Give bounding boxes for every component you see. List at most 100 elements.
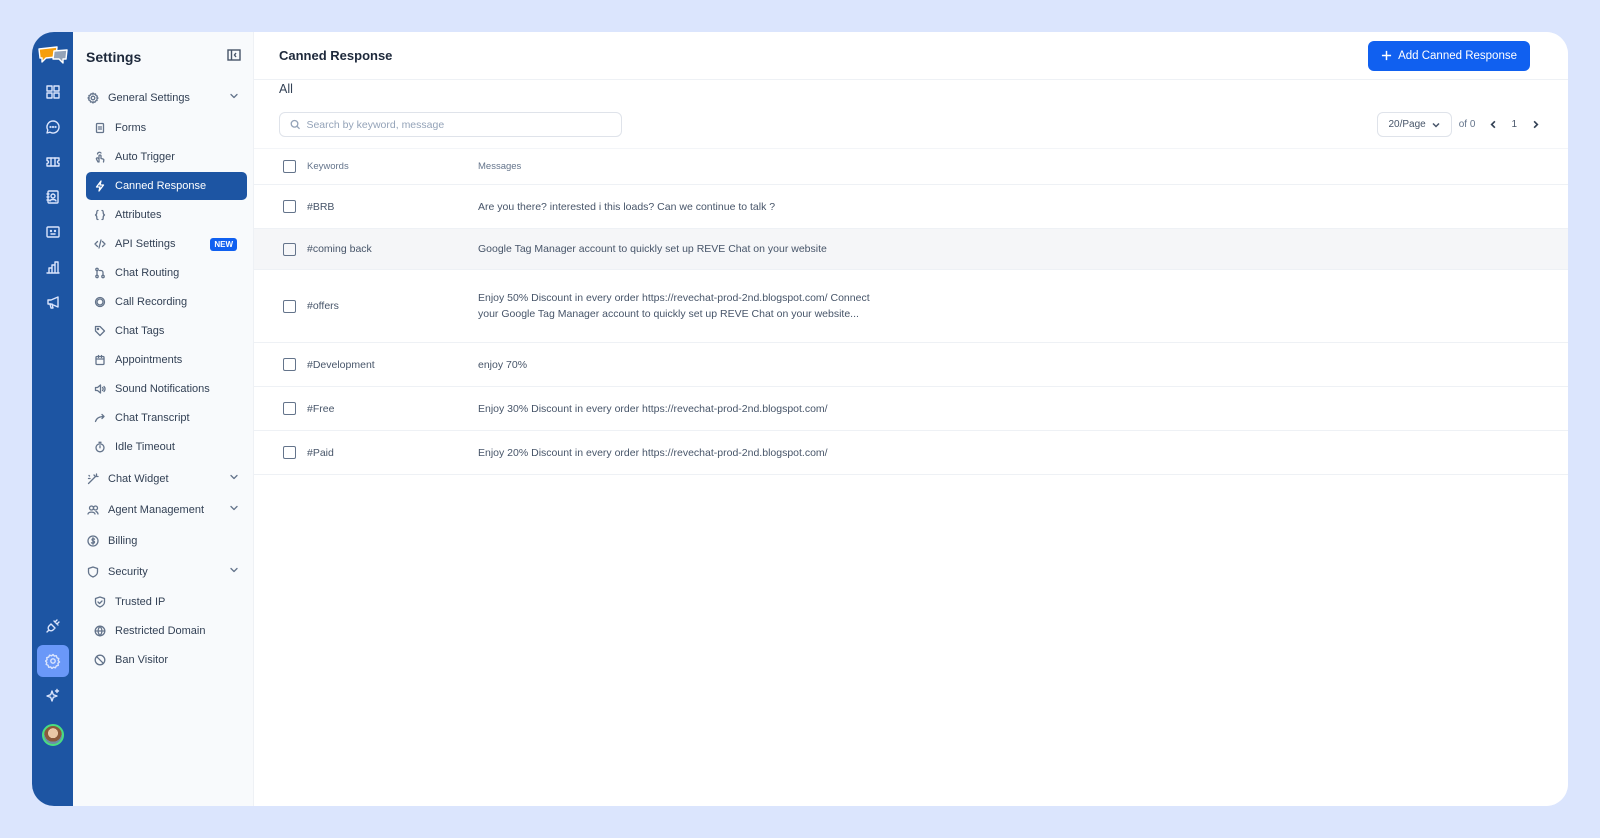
search-field[interactable] — [279, 112, 622, 137]
pagination: 20/Page of 0 1 — [1377, 112, 1543, 137]
page-size-select[interactable]: 20/Page — [1377, 112, 1452, 137]
row-checkbox[interactable] — [283, 358, 296, 371]
sidebar-group-agent-management[interactable]: Agent Management — [80, 494, 247, 525]
chevron-down-icon — [229, 565, 239, 578]
table-row[interactable]: #coming back Google Tag Manager account … — [254, 229, 1568, 270]
keyword-cell: #Paid — [307, 446, 334, 459]
sidebar-group-security[interactable]: Security — [80, 556, 247, 587]
magic-wand-icon — [86, 472, 100, 486]
sidebar-title: Settings — [86, 49, 142, 65]
contacts-icon[interactable] — [37, 181, 69, 213]
sidebar-group-label: Security — [108, 565, 148, 578]
sidebar-item-ban-visitor[interactable]: Ban Visitor — [86, 646, 247, 674]
routing-icon — [93, 266, 107, 280]
sidebar-item-appointments[interactable]: Appointments — [86, 346, 247, 374]
ticket-icon[interactable] — [37, 146, 69, 178]
canned-response-table: Keywords Messages #BRB Are you there? in… — [254, 148, 1568, 475]
sidebar-item-label: API Settings — [115, 238, 176, 250]
pointer-icon — [93, 150, 107, 164]
current-page[interactable]: 1 — [1511, 119, 1517, 130]
chevron-left-icon — [1490, 120, 1496, 129]
sidebar-item-attributes[interactable]: Attributes — [86, 201, 247, 229]
page-title: Canned Response — [279, 48, 393, 63]
braces-icon — [93, 208, 107, 222]
keyword-cell: #offers — [307, 300, 339, 312]
main-content: Canned Response Add Canned Response All … — [254, 32, 1568, 806]
sidebar-item-label: Trusted IP — [115, 596, 166, 608]
table-row[interactable]: #offers Enjoy 50% Discount in every orde… — [254, 270, 1568, 343]
keyword-cell: #Free — [307, 402, 335, 415]
sidebar-item-label: Chat Transcript — [115, 412, 190, 424]
row-checkbox[interactable] — [283, 402, 296, 415]
add-button-label: Add Canned Response — [1398, 49, 1517, 62]
column-header-keywords[interactable]: Keywords — [307, 161, 478, 172]
sidebar-item-chat-tags[interactable]: Chat Tags — [86, 317, 247, 345]
sidebar-item-idle-timeout[interactable]: Idle Timeout — [86, 433, 247, 461]
search-input[interactable] — [306, 118, 611, 131]
sidebar-item-sound-notifications[interactable]: Sound Notifications — [86, 375, 247, 403]
message-cell: Enjoy 50% Discount in every order https:… — [478, 292, 870, 320]
keyword-cell: #BRB — [307, 200, 335, 213]
sidebar-item-api-settings[interactable]: API Settings NEW — [86, 230, 247, 258]
sidebar-group-general-settings[interactable]: General Settings — [80, 82, 247, 113]
table-row[interactable]: #Free Enjoy 30% Discount in every order … — [254, 387, 1568, 431]
campaign-icon[interactable] — [37, 286, 69, 318]
sidebar-item-label: Ban Visitor — [115, 654, 168, 666]
integrations-icon[interactable] — [37, 610, 69, 642]
sidebar-item-label: Restricted Domain — [115, 625, 206, 637]
next-page-button[interactable] — [1527, 117, 1543, 133]
table-row[interactable]: #BRB Are you there? interested i this lo… — [254, 185, 1568, 229]
ai-sparkle-icon[interactable] — [37, 680, 69, 712]
sidebar-group-chat-widget[interactable]: Chat Widget — [80, 463, 247, 494]
add-canned-response-button[interactable]: Add Canned Response — [1368, 40, 1530, 71]
total-pages-label: of 0 — [1458, 119, 1476, 130]
sidebar-item-chat-transcript[interactable]: Chat Transcript — [86, 404, 247, 432]
message-cell: Enjoy 20% Discount in every order https:… — [478, 446, 828, 459]
new-badge: NEW — [210, 237, 237, 251]
app-window: Settings General Settings Forms Auto Tri… — [32, 32, 1568, 806]
sidebar-group-billing[interactable]: Billing — [80, 525, 247, 556]
row-checkbox[interactable] — [283, 242, 296, 256]
bot-icon[interactable] — [37, 216, 69, 248]
table-row[interactable]: #Development enjoy 70% — [254, 343, 1568, 387]
settings-icon[interactable] — [36, 645, 69, 677]
share-arrow-icon — [93, 411, 107, 425]
search-icon — [290, 119, 301, 130]
row-checkbox[interactable] — [283, 446, 296, 459]
message-cell: Enjoy 30% Discount in every order https:… — [478, 402, 828, 415]
sidebar-item-auto-trigger[interactable]: Auto Trigger — [86, 143, 247, 171]
message-cell: enjoy 70% — [478, 358, 528, 371]
row-checkbox[interactable] — [283, 299, 296, 313]
chevron-right-icon — [1533, 120, 1539, 129]
revechat-logo-icon[interactable] — [37, 44, 69, 66]
sidebar-item-restricted-domain[interactable]: Restricted Domain — [86, 617, 247, 645]
column-header-messages[interactable]: Messages — [478, 159, 878, 175]
shield-icon — [86, 565, 100, 579]
collapse-sidebar-icon[interactable] — [227, 48, 241, 67]
users-icon — [86, 503, 100, 517]
chevron-down-icon — [229, 91, 239, 104]
table-row[interactable]: #Paid Enjoy 20% Discount in every order … — [254, 431, 1568, 475]
chevron-down-icon — [1432, 122, 1440, 128]
sidebar-item-canned-response[interactable]: Canned Response — [86, 172, 247, 200]
speaker-icon — [93, 382, 107, 396]
chat-icon[interactable] — [37, 111, 69, 143]
row-checkbox[interactable] — [283, 200, 296, 213]
sidebar-item-chat-routing[interactable]: Chat Routing — [86, 259, 247, 287]
sidebar-item-label: Canned Response — [115, 180, 207, 192]
message-cell: Are you there? interested i this loads? … — [478, 200, 776, 213]
tab-all[interactable]: All — [279, 82, 293, 96]
sidebar-item-call-recording[interactable]: Call Recording — [86, 288, 247, 316]
select-all-checkbox[interactable] — [283, 160, 296, 173]
sidebar-item-trusted-ip[interactable]: Trusted IP — [86, 588, 247, 616]
record-icon — [93, 295, 107, 309]
prev-page-button[interactable] — [1485, 117, 1501, 133]
user-avatar[interactable] — [41, 724, 64, 746]
chevron-down-icon — [229, 503, 239, 516]
analytics-icon[interactable] — [37, 251, 69, 283]
keyword-cell: #Development — [307, 358, 375, 371]
sidebar-item-forms[interactable]: Forms — [86, 114, 247, 142]
dashboard-icon[interactable] — [37, 76, 69, 108]
sidebar-item-label: Appointments — [115, 354, 183, 366]
sidebar-item-label: Chat Routing — [115, 267, 180, 279]
